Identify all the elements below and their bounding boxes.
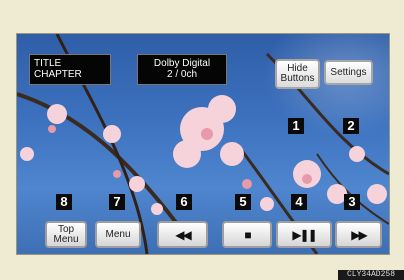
rewind-icon: ◀◀: [175, 227, 192, 242]
top-menu-label-line2: Menu: [53, 233, 79, 245]
fast-forward-button[interactable]: ▶▶: [335, 221, 382, 248]
stop-icon: ■: [244, 227, 251, 242]
dvd-screen: TITLE CHAPTER Dolby Digital 2 / 0ch Hide…: [16, 33, 390, 255]
rewind-button[interactable]: ◀◀: [157, 221, 208, 248]
menu-label: Menu: [105, 228, 131, 240]
callout-1: 1: [288, 118, 304, 134]
hide-buttons-label-line2: Buttons: [280, 73, 315, 84]
callout-5: 5: [235, 194, 251, 210]
settings-button[interactable]: Settings: [324, 60, 373, 85]
top-menu-label-line1: Top: [57, 223, 75, 235]
callout-2: 2: [343, 118, 359, 134]
top-menu-button[interactable]: Top Menu: [45, 221, 87, 248]
callout-8: 8: [56, 194, 72, 210]
title-label: TITLE: [34, 58, 62, 69]
callout-4: 4: [291, 194, 307, 210]
audio-format-display: Dolby Digital 2 / 0ch: [137, 54, 227, 85]
play-pause-button[interactable]: ▶❚❚: [276, 221, 332, 248]
menu-button[interactable]: Menu: [95, 221, 141, 248]
fast-forward-icon: ▶▶: [351, 227, 368, 242]
callout-6: 6: [176, 194, 192, 210]
figure-code: CLY34AD258: [338, 270, 404, 280]
audio-format-label: Dolby Digital: [153, 58, 211, 69]
play-pause-icon: ▶❚❚: [292, 227, 317, 242]
settings-label: Settings: [330, 66, 367, 78]
stop-button[interactable]: ■: [222, 221, 272, 248]
callout-3: 3: [344, 194, 360, 210]
hide-buttons-button[interactable]: Hide Buttons: [275, 59, 320, 89]
audio-channels-label: 2 / 0ch: [166, 69, 198, 80]
chapter-label: CHAPTER: [34, 69, 82, 80]
callout-7: 7: [109, 194, 125, 210]
title-chapter-display: TITLE CHAPTER: [29, 54, 111, 85]
